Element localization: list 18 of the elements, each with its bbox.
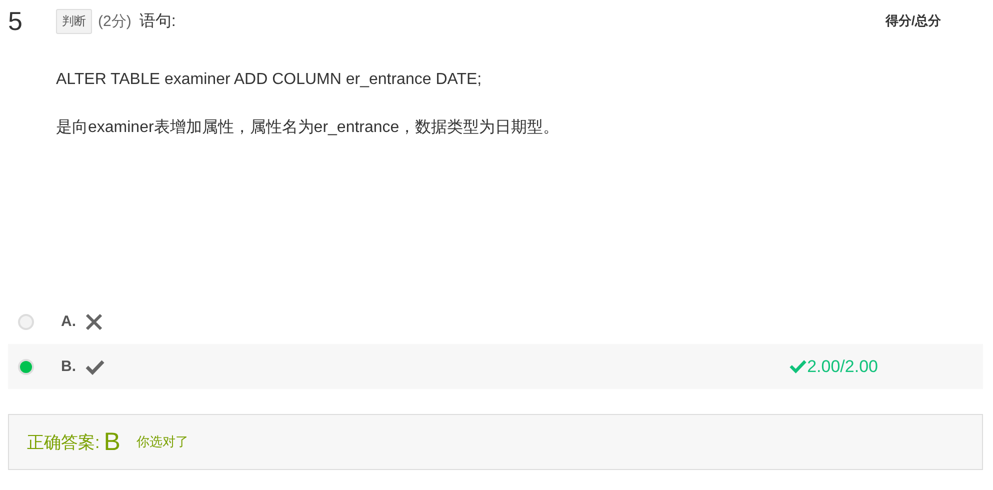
option-letter: A.: [61, 313, 77, 330]
check-icon: [85, 358, 105, 374]
question-prompt: 语句:: [139, 12, 176, 32]
question-points: (2分): [98, 12, 132, 30]
question-number: 5: [8, 6, 24, 36]
radio-button[interactable]: [18, 314, 34, 330]
radio-button[interactable]: [18, 358, 34, 374]
answer-verdict: 你选对了: [136, 433, 188, 451]
option-letter: B.: [61, 358, 77, 375]
check-icon: [789, 359, 808, 374]
question-text: 是向examiner表增加属性，属性名为er_entrance，数据类型为日期型。: [56, 118, 560, 138]
question-text: ALTER TABLE examiner ADD COLUMN er_entrance DATE;: [56, 70, 483, 90]
question-type-tag: 判断: [56, 8, 92, 34]
cross-icon: [85, 312, 103, 330]
answer-value: B: [104, 428, 120, 456]
answer-label: 正确答案:: [27, 432, 100, 454]
option-score: 2.00/2.00: [789, 356, 878, 376]
score-header: 得分/总分: [885, 12, 941, 30]
